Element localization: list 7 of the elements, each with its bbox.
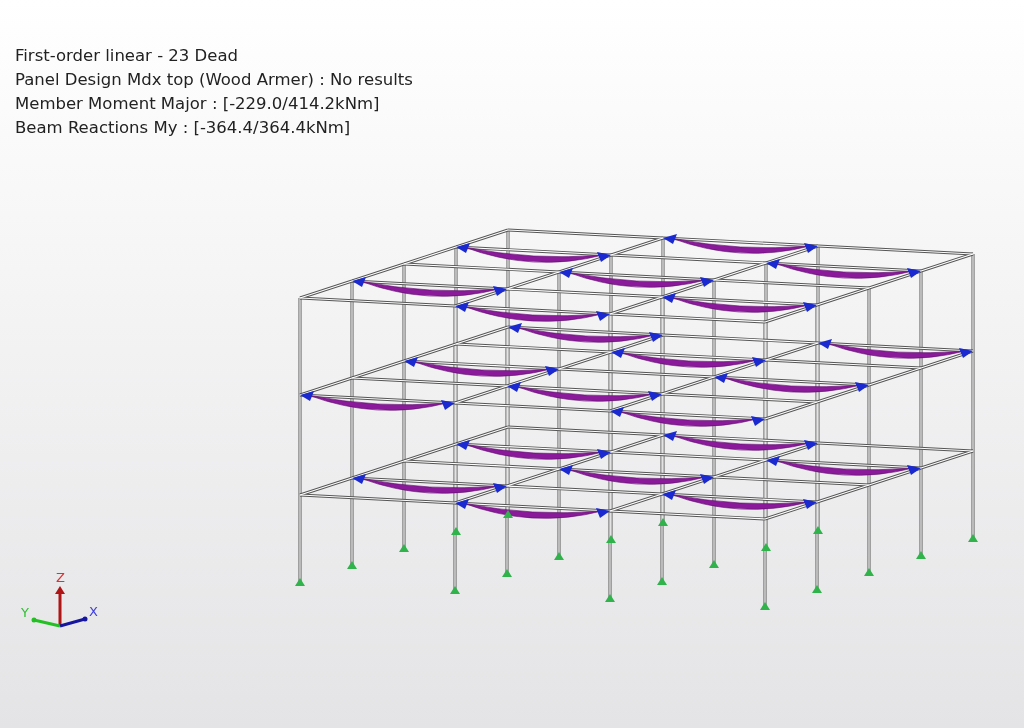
y-axis-label: Y: [21, 605, 29, 620]
z-axis-label: Z: [56, 570, 65, 585]
result-info-text: First-order linear - 23 Dead: [15, 45, 240, 67]
result-info-text: Panel Design Mdx top (Wood Armer) : No results: [15, 69, 413, 91]
result-info-text: Member Moment Major : [-229.0/414.2kNm]: [15, 93, 381, 115]
result-info-text: Beam Reactions My : [-364.4/364.4kNm]: [15, 117, 352, 139]
x-axis-label: X: [89, 604, 98, 619]
